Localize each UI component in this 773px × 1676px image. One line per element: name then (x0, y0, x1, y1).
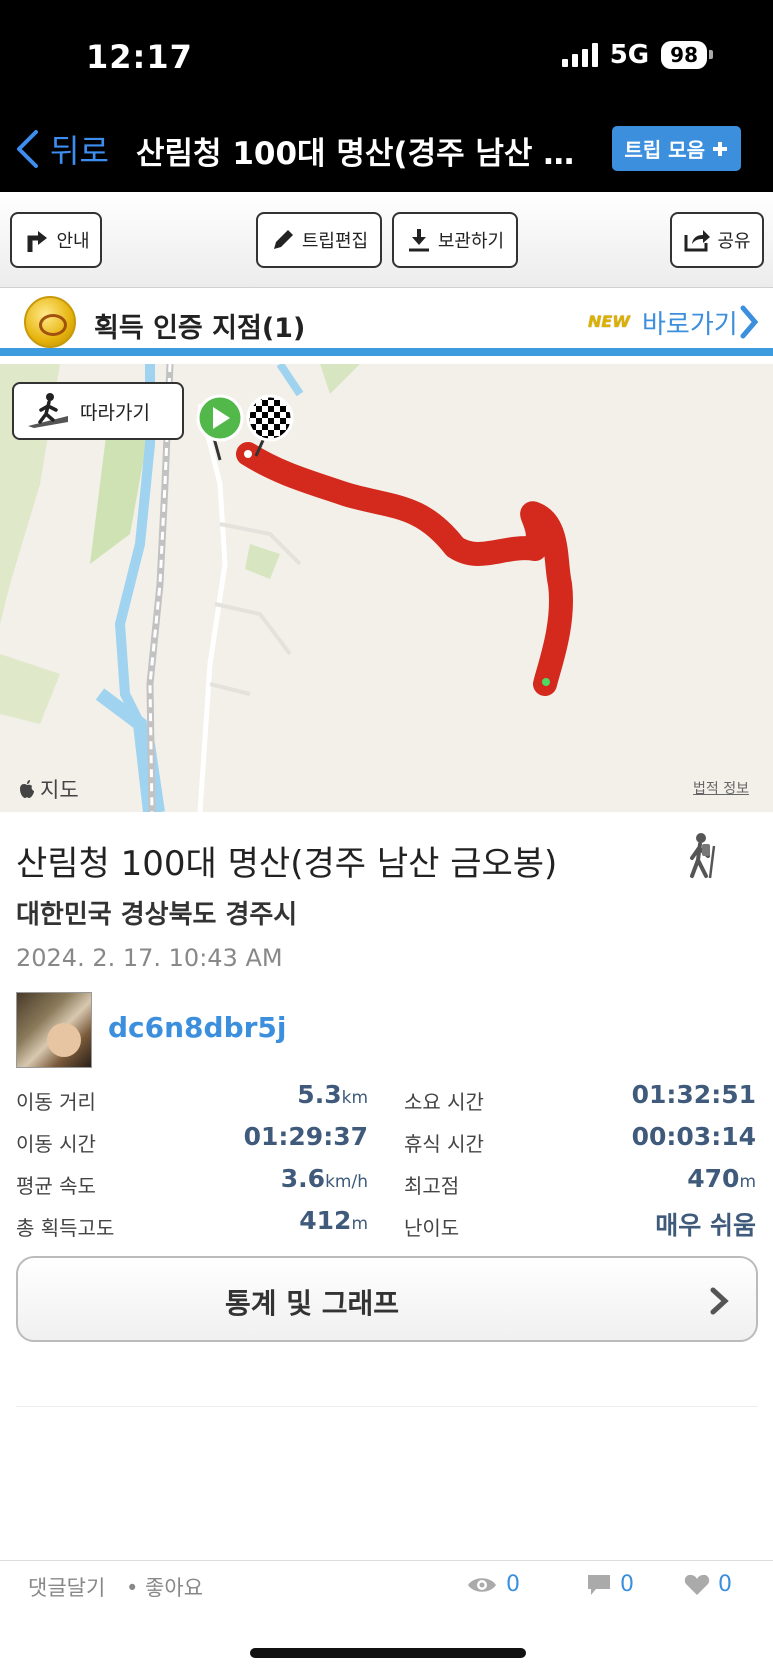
username-link[interactable]: dc6n8dbr5j (108, 1011, 287, 1044)
plus-icon (713, 141, 727, 156)
map-brand: 지도 (18, 774, 79, 804)
stats-graph-button[interactable]: 통계 및 그래프 (16, 1256, 758, 1342)
chevron-right-icon (710, 1287, 729, 1315)
share-icon (684, 230, 711, 252)
go-link[interactable]: 바로가기 (642, 304, 738, 341)
likes-counter: 0 (684, 1572, 732, 1597)
guide-label: 안내 (56, 231, 90, 252)
certification-title: 획득 인증 지점(1) (94, 313, 306, 344)
stat-value: 412m (299, 1206, 368, 1235)
back-button[interactable]: 뒤로 (14, 126, 109, 172)
eye-icon (468, 1577, 496, 1592)
apple-logo-icon (20, 780, 34, 798)
page-title: 산림청 100대 명산(경주 남산 금오봉) (136, 136, 588, 172)
stat-value: 00:03:14 (631, 1122, 756, 1151)
download-icon (408, 229, 429, 252)
trip-region: 대한민국 경상북도 경주시 (16, 900, 298, 930)
comments-counter: 0 (586, 1572, 634, 1597)
bottom-divider (0, 1560, 773, 1561)
battery-icon: 98 (661, 41, 713, 69)
stat-label: 소요 시간 (404, 1090, 484, 1114)
nav-bar: 뒤로 산림청 100대 명산(경주 남산 금오봉) 트립 모음 (0, 118, 773, 192)
status-indicators: 5G 98 (561, 40, 713, 70)
stat-label: 난이도 (404, 1216, 460, 1240)
chevron-left-icon (17, 130, 38, 168)
route-map[interactable]: 따라가기 지도 법적 정보 (0, 364, 773, 812)
stat-label: 최고점 (404, 1174, 460, 1198)
stat-value: 01:29:37 (243, 1122, 368, 1151)
turn-right-icon (27, 231, 48, 252)
follow-button[interactable]: 따라가기 (12, 382, 184, 440)
stat-label: 평균 속도 (16, 1174, 96, 1198)
stat-label: 총 획득고도 (16, 1216, 115, 1240)
legal-info-link[interactable]: 법적 정보 (693, 778, 749, 798)
follow-label: 따라가기 (80, 401, 150, 424)
start-marker-icon (196, 394, 244, 461)
stat-label: 이동 거리 (16, 1090, 96, 1114)
save-button[interactable]: 보관하기 (392, 212, 518, 268)
stat-label: 휴식 시간 (404, 1132, 484, 1156)
trip-name: 산림청 100대 명산(경주 남산 금오봉) (16, 844, 558, 884)
pencil-icon (273, 230, 293, 249)
divider (16, 1406, 758, 1407)
status-bar: 12:17 5G 98 (0, 0, 773, 118)
edit-trip-label: 트립편집 (301, 231, 369, 252)
certification-row[interactable]: 획득 인증 지점(1) NEW 바로가기 (0, 288, 773, 356)
share-button[interactable]: 공유 (670, 212, 764, 268)
comment-bubble-icon (588, 1574, 610, 1595)
toolbar: 안내 트립편집 보관하기 공유 (0, 192, 773, 288)
views-counter: 0 (466, 1572, 520, 1597)
trip-collection-button[interactable]: 트립 모음 (612, 126, 741, 171)
guide-button[interactable]: 안내 (10, 212, 102, 268)
comment-button[interactable]: 댓글달기 (28, 1572, 105, 1602)
heart-icon (684, 1574, 710, 1595)
signal-icon (561, 43, 598, 67)
stat-value: 5.3km (297, 1080, 368, 1109)
avatar[interactable] (16, 992, 92, 1068)
trip-collection-label: 트립 모음 (624, 138, 705, 162)
back-label: 뒤로 (50, 132, 109, 170)
share-label: 공유 (717, 231, 751, 252)
network-type: 5G (609, 40, 650, 70)
finish-flag-icon (246, 394, 294, 457)
home-indicator[interactable] (250, 1648, 526, 1658)
hiker-icon (690, 833, 716, 879)
hiker-follow-icon (28, 393, 68, 428)
edit-trip-button[interactable]: 트립편집 (256, 212, 382, 268)
stat-value: 매우 쉬움 (655, 1211, 756, 1240)
stat-value: 3.6km/h (280, 1164, 368, 1193)
stat-value: 470m (687, 1164, 756, 1193)
map-brand-label: 지도 (40, 778, 79, 802)
stat-label: 이동 시간 (16, 1132, 96, 1156)
chevron-right-icon (740, 305, 759, 339)
trip-date: 2024. 2. 17. 10:43 AM (16, 944, 283, 972)
save-label: 보관하기 (437, 231, 505, 252)
new-badge: NEW (588, 312, 630, 331)
stat-value: 01:32:51 (631, 1080, 756, 1109)
status-time: 12:17 (86, 38, 193, 76)
medal-icon (24, 296, 76, 348)
stats-graph-label: 통계 및 그래프 (224, 1287, 400, 1320)
like-button[interactable]: • 좋아요 (126, 1572, 203, 1602)
